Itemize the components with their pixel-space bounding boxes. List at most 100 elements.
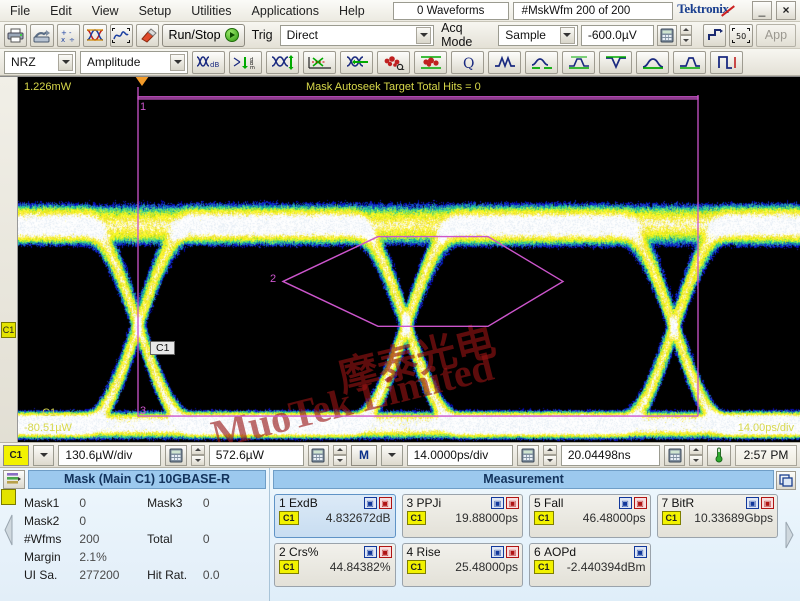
trigger-level-stepper[interactable] [679,24,692,46]
eye-width-icon[interactable] [340,50,373,74]
keypad-icon[interactable] [517,444,540,466]
horizontal-position-stepper[interactable] [689,444,704,466]
fall-time-icon[interactable] [562,50,595,74]
close-button[interactable]: × [776,1,796,20]
vertical-offset-input[interactable]: 572.6µW [208,444,304,466]
eye-crossing-icon[interactable] [303,50,336,74]
eye-measure-icon[interactable]: ▣ [618,497,632,509]
mask-panel-title[interactable]: Mask (Main C1) 10GBASE-R [28,469,266,489]
undershoot-icon[interactable] [673,50,706,74]
duty-cycle-icon[interactable] [599,50,632,74]
eye-height-icon[interactable] [266,50,299,74]
cursor-readout-badge[interactable]: C1 [150,341,176,355]
graph-canvas[interactable]: 1.226mW -80.51µW Mask Autoseek Target To… [18,77,800,442]
stepper-up-icon[interactable] [333,444,348,455]
timebase-mode-button[interactable]: M [351,444,377,466]
eye-measure-icon[interactable]: ▣ [491,497,504,509]
rise-time-icon[interactable] [525,50,558,74]
menu-item-view[interactable]: View [82,2,129,20]
chevron-down-icon[interactable] [559,26,575,44]
keypad-icon[interactable] [307,444,330,466]
delete-measure-icon[interactable]: ▣ [378,546,392,558]
save-icon[interactable] [30,23,54,47]
measurement-card-crs[interactable]: 2 Crs% ▣ ▣ C1 44.84382% [274,543,396,587]
stepper-down-icon[interactable] [190,455,205,466]
channel-select-button[interactable]: C1 [3,444,29,466]
measurement-card-ppji[interactable]: 3 PPJi ▣ ▣ C1 19.88000ps [401,494,523,538]
minimize-button[interactable]: _ [752,1,772,20]
channel-1-marker[interactable]: C1 [1,322,16,338]
app-button[interactable]: App [755,23,797,47]
signal-type-select[interactable]: NRZ [4,50,76,74]
timebase-dropdown-icon[interactable] [380,444,403,466]
delete-measure-icon[interactable]: ▣ [633,497,647,509]
waveform-icon[interactable] [109,23,134,47]
vertical-scale-input[interactable]: 130.6µW/div [58,444,162,466]
horizontal-scale-stepper[interactable] [543,444,557,466]
keypad-icon[interactable] [663,444,686,466]
temperature-icon[interactable] [707,444,731,466]
channel-dropdown-icon[interactable] [32,444,55,466]
eraser-icon[interactable] [136,23,160,47]
mask-margin-icon[interactable] [414,50,447,74]
measurement-card-bitr[interactable]: 7 BitR ▣ ▣ C1 10.33689Gbps [656,494,778,538]
run-stop-button[interactable]: Run/Stop [162,23,245,47]
stepper-down-icon[interactable] [543,455,557,466]
panel-prev-arrow[interactable] [2,500,16,560]
chevron-down-icon[interactable] [170,53,185,71]
trigger-mode-select[interactable]: Direct [279,24,435,46]
pulse-width-icon[interactable] [710,50,743,74]
measurement-card-aopd[interactable]: 6 AOPd ▣ C1 -2.440394dBm [529,543,651,587]
zoom-50-icon[interactable]: 50 [729,23,753,47]
horizontal-position-input[interactable]: 20.04498ns [560,444,660,466]
eye-db-icon[interactable]: dB [192,50,225,74]
waveform-display[interactable]: C1 1.226mW -80.51µW Mask Autoseek Target… [0,76,800,505]
measurement-card-fall[interactable]: 5 Fall ▣ ▣ C1 46.48000ps [529,494,651,538]
stepper-up-icon[interactable] [190,444,205,455]
vertical-scale-stepper[interactable] [190,444,205,466]
autoset-icon[interactable] [702,23,727,47]
menu-item-setup[interactable]: Setup [129,2,182,20]
eye-diagram-icon[interactable] [83,23,107,47]
channel-1-offset-marker[interactable] [1,489,16,505]
measurement-panel-title[interactable]: Measurement [273,469,774,489]
stepper-down-icon[interactable] [679,35,692,46]
eye-measure-icon[interactable]: ▣ [746,497,759,509]
menu-item-edit[interactable]: Edit [40,2,82,20]
eye-measure-icon[interactable]: ▣ [363,497,377,509]
chevron-down-icon[interactable] [58,53,73,71]
delete-measure-icon[interactable]: ▣ [378,497,392,509]
delete-measure-icon[interactable]: ▣ [506,497,519,509]
extinction-ratio-icon[interactable]: dBm [229,50,262,74]
measurement-card-exdb[interactable]: 1 ExdB ▣ ▣ C1 4.832672dB [274,494,396,538]
measure-category-select[interactable]: Amplitude [80,50,188,74]
stepper-up-icon[interactable] [679,24,692,35]
vertical-offset-stepper[interactable] [333,444,348,466]
stepper-up-icon[interactable] [689,444,704,455]
print-icon[interactable] [4,23,28,47]
q-factor-icon[interactable]: Q [451,50,484,74]
stepper-down-icon[interactable] [689,455,704,466]
eye-measure-icon[interactable]: ▣ [633,546,647,558]
menu-item-file[interactable]: File [0,2,40,20]
delete-measure-icon[interactable]: ▣ [506,546,519,558]
menu-item-help[interactable]: Help [329,2,375,20]
panel-next-arrow[interactable] [782,520,796,550]
chevron-down-icon[interactable] [416,26,432,44]
delete-measure-icon[interactable]: ▣ [761,497,774,509]
menu-item-utilities[interactable]: Utilities [181,2,241,20]
pulse-icon[interactable] [488,50,521,74]
mask-settings-icon[interactable] [3,469,25,489]
math-icon[interactable]: + - x ÷ [56,23,81,47]
trigger-level-input[interactable]: -600.0µV [580,24,654,46]
overshoot-icon[interactable] [636,50,669,74]
eye-measure-icon[interactable]: ▣ [491,546,504,558]
measurement-card-rise[interactable]: 4 Rise ▣ ▣ C1 25.48000ps [401,543,523,587]
acq-mode-select[interactable]: Sample [498,24,578,46]
mask-hits-icon[interactable] [377,50,410,74]
keypad-icon[interactable] [656,24,677,46]
eye-measure-icon[interactable]: ▣ [363,546,377,558]
keypad-icon[interactable] [165,444,187,466]
menu-item-applications[interactable]: Applications [242,2,329,20]
stepper-up-icon[interactable] [543,444,557,455]
